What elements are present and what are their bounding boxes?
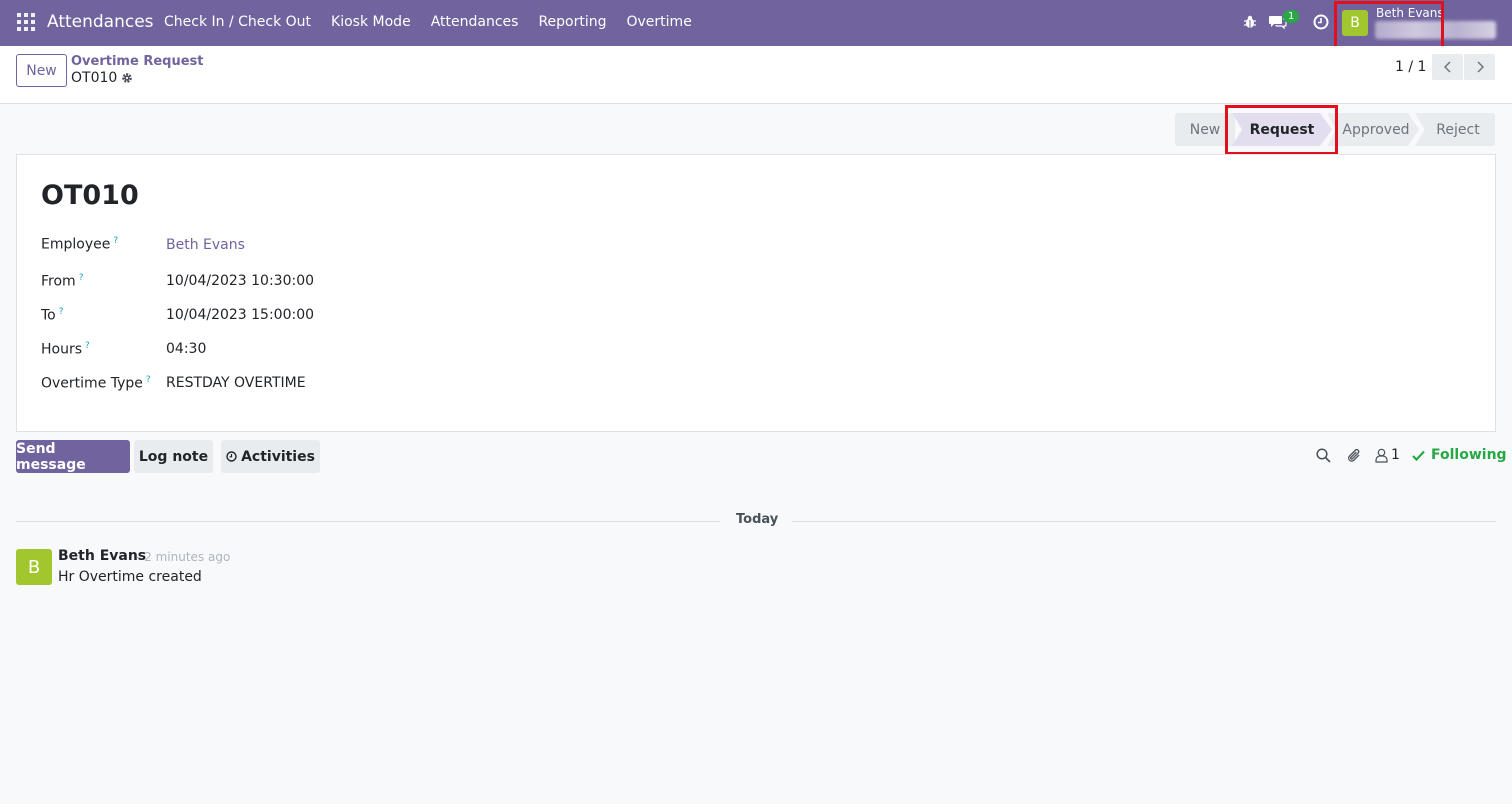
check-icon bbox=[1412, 450, 1425, 461]
app-menu-icon[interactable] bbox=[17, 13, 35, 31]
new-button[interactable]: New bbox=[16, 54, 67, 87]
main-menu: Check In / Check Out Kiosk Mode Attendan… bbox=[164, 14, 712, 30]
activities-button[interactable]: Activities bbox=[221, 440, 320, 473]
date-separator: Today bbox=[736, 512, 779, 527]
help-icon[interactable]: ? bbox=[85, 341, 90, 351]
top-navbar: Attendances Check In / Check Out Kiosk M… bbox=[0, 0, 1512, 46]
pager-previous-button[interactable] bbox=[1432, 54, 1463, 80]
employee-value[interactable]: Beth Evans bbox=[166, 237, 245, 253]
breadcrumb-parent[interactable]: Overtime Request bbox=[71, 54, 203, 69]
pager-next-button[interactable] bbox=[1464, 54, 1495, 80]
help-icon[interactable]: ? bbox=[113, 236, 118, 246]
highlight-box-user bbox=[1334, 1, 1444, 52]
pager-value[interactable]: 1 / 1 bbox=[1395, 59, 1426, 75]
form-sheet: OT010 Employee? Beth Evans From? 10/04/2… bbox=[16, 154, 1496, 432]
menu-item-reporting[interactable]: Reporting bbox=[538, 14, 606, 30]
app-brand[interactable]: Attendances bbox=[47, 12, 154, 32]
help-icon[interactable]: ? bbox=[79, 273, 84, 283]
activities-label: Activities bbox=[241, 448, 315, 465]
record-title: OT010 bbox=[41, 180, 139, 211]
activity-clock-icon[interactable] bbox=[1313, 14, 1329, 30]
stage-reject[interactable]: Reject bbox=[1415, 113, 1495, 146]
user-icon[interactable] bbox=[1375, 448, 1388, 463]
label-to-text: To bbox=[41, 307, 56, 324]
gear-icon[interactable] bbox=[121, 72, 133, 84]
paperclip-icon[interactable] bbox=[1346, 447, 1362, 464]
label-from: From? bbox=[41, 273, 83, 290]
highlight-box-request-stage bbox=[1225, 105, 1338, 155]
overtime-type-value[interactable]: RESTDAY OVERTIME bbox=[166, 375, 306, 391]
label-overtime-type-text: Overtime Type bbox=[41, 375, 143, 392]
breadcrumb-current: OT010 bbox=[71, 70, 118, 86]
chevron-right-icon bbox=[1476, 61, 1484, 73]
help-icon[interactable]: ? bbox=[59, 307, 64, 317]
from-value[interactable]: 10/04/2023 10:30:00 bbox=[166, 273, 314, 289]
following-button[interactable]: Following bbox=[1431, 447, 1507, 463]
to-value[interactable]: 10/04/2023 15:00:00 bbox=[166, 307, 314, 323]
menu-item-overtime[interactable]: Overtime bbox=[627, 14, 692, 30]
log-note-button[interactable]: Log note bbox=[134, 440, 213, 473]
message-author[interactable]: Beth Evans bbox=[58, 548, 146, 564]
divider bbox=[16, 521, 720, 522]
message-author-avatar[interactable]: B bbox=[16, 549, 52, 585]
menu-item-kiosk-mode[interactable]: Kiosk Mode bbox=[331, 14, 411, 30]
search-icon[interactable] bbox=[1316, 448, 1331, 463]
stage-approved[interactable]: Approved bbox=[1327, 113, 1419, 146]
label-to: To? bbox=[41, 307, 64, 324]
label-hours: Hours? bbox=[41, 341, 90, 358]
menu-item-check-in-out[interactable]: Check In / Check Out bbox=[164, 14, 311, 30]
label-hours-text: Hours bbox=[41, 341, 83, 358]
label-overtime-type: Overtime Type? bbox=[41, 375, 151, 392]
label-from-text: From bbox=[41, 273, 76, 290]
followers-count[interactable]: 1 bbox=[1391, 447, 1400, 463]
help-icon[interactable]: ? bbox=[146, 375, 151, 385]
label-employee-text: Employee bbox=[41, 236, 111, 253]
clock-icon bbox=[226, 451, 237, 462]
message-body: Hr Overtime created bbox=[58, 569, 202, 585]
menu-item-attendances[interactable]: Attendances bbox=[431, 14, 519, 30]
debug-icon[interactable] bbox=[1243, 15, 1257, 29]
chat-count-badge: 1 bbox=[1283, 10, 1300, 23]
chevron-left-icon bbox=[1443, 61, 1451, 73]
message-timestamp: - 2 minutes ago bbox=[136, 550, 231, 564]
hours-value[interactable]: 04:30 bbox=[166, 341, 206, 357]
control-panel: New Overtime Request OT010 1 / 1 bbox=[0, 46, 1512, 104]
send-message-button[interactable]: Send message bbox=[16, 440, 130, 473]
divider bbox=[792, 521, 1496, 522]
label-employee: Employee? bbox=[41, 236, 118, 253]
